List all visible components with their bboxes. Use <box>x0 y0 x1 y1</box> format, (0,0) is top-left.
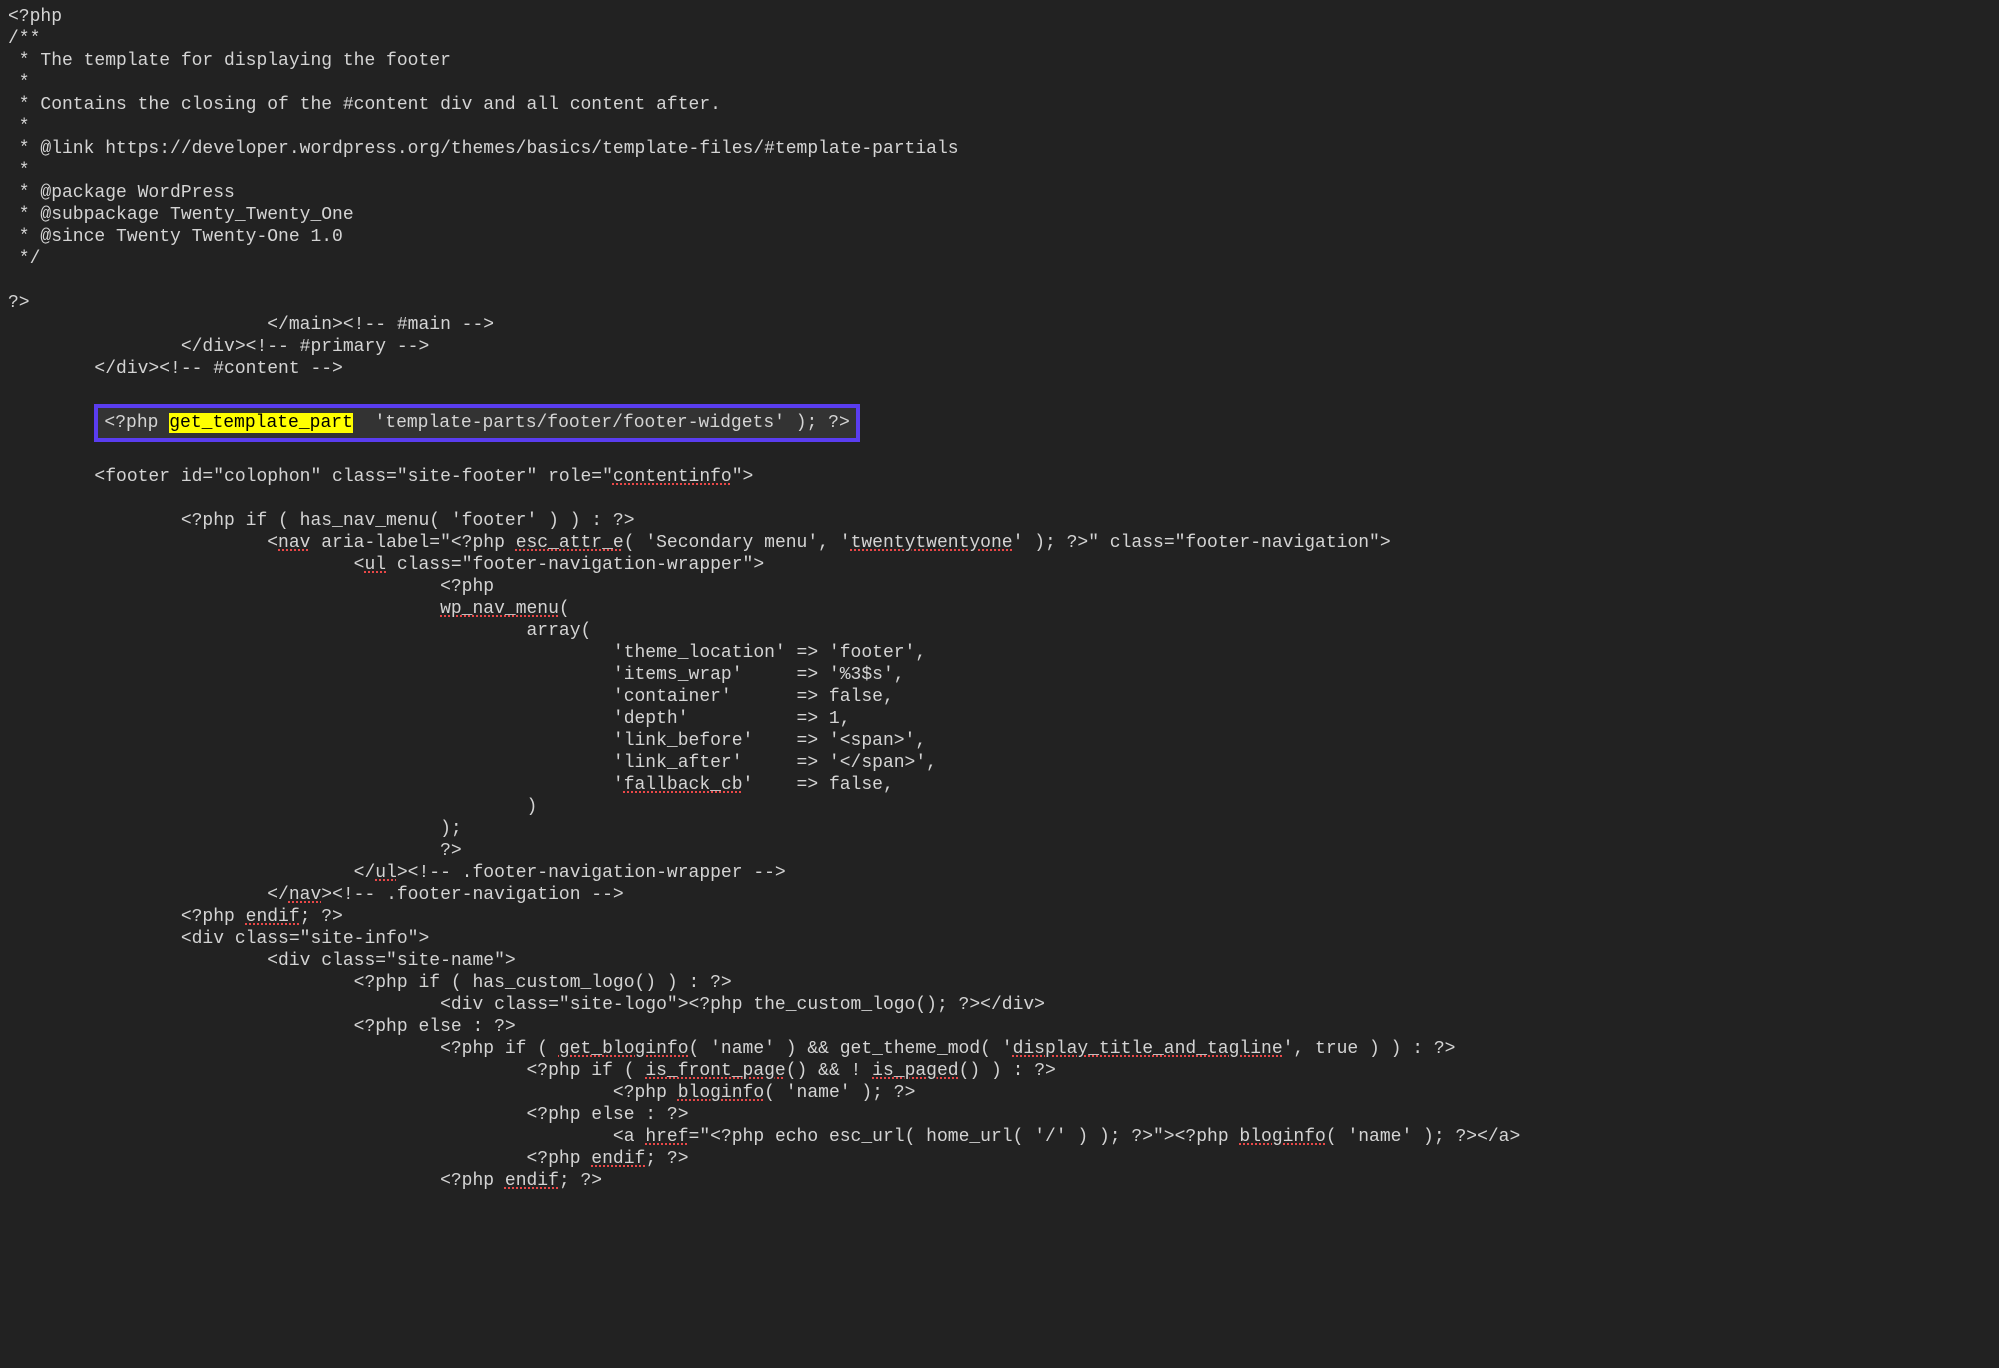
code-editor[interactable]: <?php /** * The template for displaying … <box>0 0 1999 1192</box>
code-line: 'fallback_cb' => false, <box>8 775 894 795</box>
code-line: <?php <box>8 577 494 597</box>
code-line: * <box>8 117 30 137</box>
code-line: </div><!-- #primary --> <box>8 337 429 357</box>
code-line: * The template for displaying the footer <box>8 51 451 71</box>
code-line: <?php endif; ?> <box>8 1149 689 1169</box>
code-line: </nav><!-- .footer-navigation --> <box>8 885 624 905</box>
code-line: 'container' => false, <box>8 687 894 707</box>
code-line: 'items_wrap' => '%3$s', <box>8 665 905 685</box>
code-line: * <box>8 73 30 93</box>
code-line: array( <box>8 621 591 641</box>
code-line: <footer id="colophon" class="site-footer… <box>8 467 753 487</box>
code-line: <?php endif; ?> <box>8 1171 602 1191</box>
code-line: ) <box>8 797 537 817</box>
code-line: <?php <box>8 7 62 27</box>
code-line: </main><!-- #main --> <box>8 315 494 335</box>
code-line: <?php if ( is_front_page() && ! is_paged… <box>8 1061 1056 1081</box>
code-line: * @since Twenty Twenty-One 1.0 <box>8 227 343 247</box>
code-line: ?> <box>8 841 462 861</box>
code-line: /** <box>8 29 40 49</box>
code-line: * Contains the closing of the #content d… <box>8 95 721 115</box>
code-line: <?php endif; ?> <box>8 907 343 927</box>
code-line: <?php if ( has_custom_logo() ) : ?> <box>8 973 732 993</box>
code-line: <?php if ( get_bloginfo( 'name' ) && get… <box>8 1039 1455 1059</box>
code-line: wp_nav_menu( <box>8 599 570 619</box>
code-line: * <box>8 161 30 181</box>
code-line: 'theme_location' => 'footer', <box>8 643 926 663</box>
code-line: <ul class="footer-navigation-wrapper"> <box>8 555 764 575</box>
code-line: <div class="site-name"> <box>8 951 516 971</box>
code-line: 'link_before' => '<span>', <box>8 731 926 751</box>
code-line: <div class="site-logo"><?php the_custom_… <box>8 995 1045 1015</box>
code-line: */ <box>8 249 40 269</box>
code-line: <div class="site-info"> <box>8 929 429 949</box>
code-line: 'link_after' => '</span>', <box>8 753 937 773</box>
code-line: <?php if ( has_nav_menu( 'footer' ) ) : … <box>8 511 635 531</box>
code-line: * @package WordPress <box>8 183 235 203</box>
code-line: <?php else : ?> <box>8 1105 689 1125</box>
code-line: 'depth' => 1, <box>8 709 851 729</box>
code-line: </ul><!-- .footer-navigation-wrapper --> <box>8 863 786 883</box>
code-line: * @subpackage Twenty_Twenty_One <box>8 205 354 225</box>
highlight-box: <?php get_template_part 'template-parts/… <box>94 404 859 442</box>
code-line: <?php bloginfo( 'name' ); ?> <box>8 1083 915 1103</box>
code-line: </div><!-- #content --> <box>8 359 343 379</box>
code-line: <?php else : ?> <box>8 1017 516 1037</box>
code-line: * @link https://developer.wordpress.org/… <box>8 139 959 159</box>
highlighted-line: <?php get_template_part 'template-parts/… <box>8 413 860 433</box>
code-line: <a href="<?php echo esc_url( home_url( '… <box>8 1127 1520 1147</box>
code-line: ); <box>8 819 462 839</box>
search-match: get_template_part <box>169 413 353 433</box>
code-line: <nav aria-label="<?php esc_attr_e( 'Seco… <box>8 533 1391 553</box>
code-line: ?> <box>8 293 30 313</box>
